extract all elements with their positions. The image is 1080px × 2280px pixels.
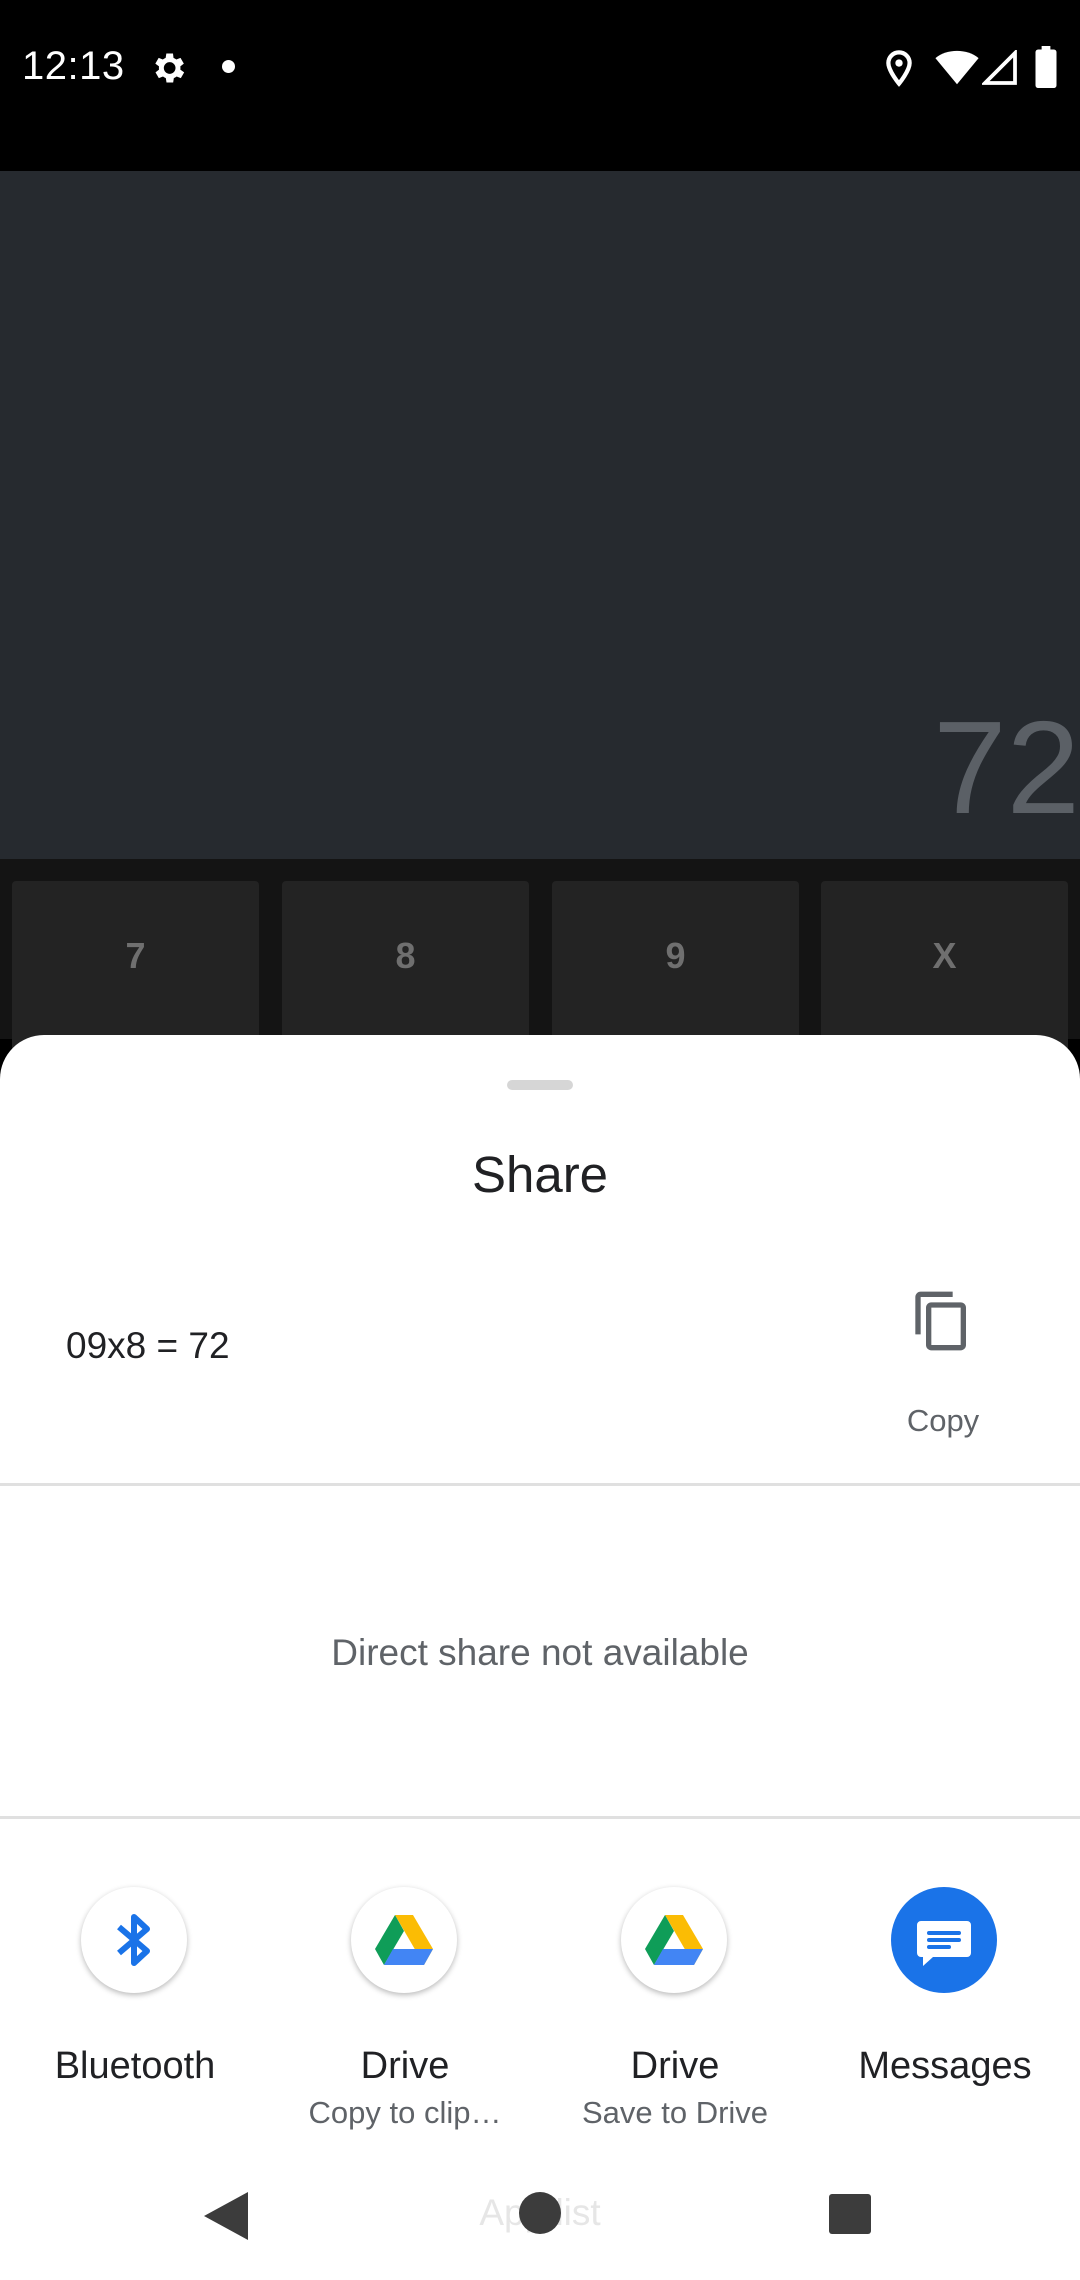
settings-gear-icon: [155, 53, 185, 83]
calculator-result: 72: [933, 694, 1080, 841]
back-icon[interactable]: [204, 2192, 248, 2240]
target-sublabel: Copy to clip…: [308, 2095, 502, 2130]
key-8[interactable]: 8: [282, 881, 529, 1051]
status-bar: 12:13: [0, 0, 1080, 171]
status-time: 12:13: [22, 44, 125, 88]
navigation-bar: App list: [0, 2148, 1080, 2280]
bluetooth-icon: [81, 1887, 187, 1993]
key-multiply[interactable]: X: [821, 881, 1068, 1051]
notification-dot-icon: [222, 60, 235, 73]
divider: [0, 1816, 1080, 1819]
cell-signal-icon: [982, 50, 1017, 85]
copy-label: Copy: [906, 1403, 980, 1438]
home-icon[interactable]: [519, 2192, 561, 2234]
share-target-drive-save[interactable]: Drive Save to Drive: [540, 1885, 810, 2130]
share-title: Share: [471, 1146, 609, 1203]
target-label: Messages: [858, 2045, 1032, 2087]
divider: [0, 1483, 1080, 1486]
key-9[interactable]: 9: [552, 881, 799, 1051]
target-label: Drive: [360, 2045, 450, 2087]
wifi-icon: [935, 50, 979, 85]
shared-content-text: 09x8 = 72: [66, 1325, 230, 1366]
calculator-keypad: 7 8 9 X: [0, 859, 1080, 1051]
target-sublabel: Save to Drive: [581, 2095, 769, 2130]
target-label: Drive: [630, 2045, 720, 2087]
direct-share-message: Direct share not available: [331, 1632, 749, 1673]
key-7[interactable]: 7: [12, 881, 259, 1051]
google-drive-icon: [351, 1887, 457, 1993]
copy-button[interactable]: Copy: [880, 1285, 1006, 1445]
google-drive-icon: [621, 1887, 727, 1993]
recents-icon[interactable]: [829, 2194, 871, 2234]
location-icon: [886, 50, 912, 87]
battery-icon: [1035, 46, 1057, 88]
copy-icon: [915, 1291, 966, 1351]
share-sheet: Share 09x8 = 72 Copy Direct share not av…: [0, 1035, 1080, 2148]
messages-icon: [891, 1887, 997, 1993]
target-label: Bluetooth: [54, 2045, 216, 2087]
calculator-display: 72: [0, 171, 1080, 859]
share-target-bluetooth[interactable]: Bluetooth: [0, 1885, 270, 2125]
share-target-drive-copy[interactable]: Drive Copy to clip…: [270, 1885, 540, 2130]
share-target-messages[interactable]: Messages: [810, 1885, 1080, 2125]
drag-handle[interactable]: [507, 1080, 573, 1090]
